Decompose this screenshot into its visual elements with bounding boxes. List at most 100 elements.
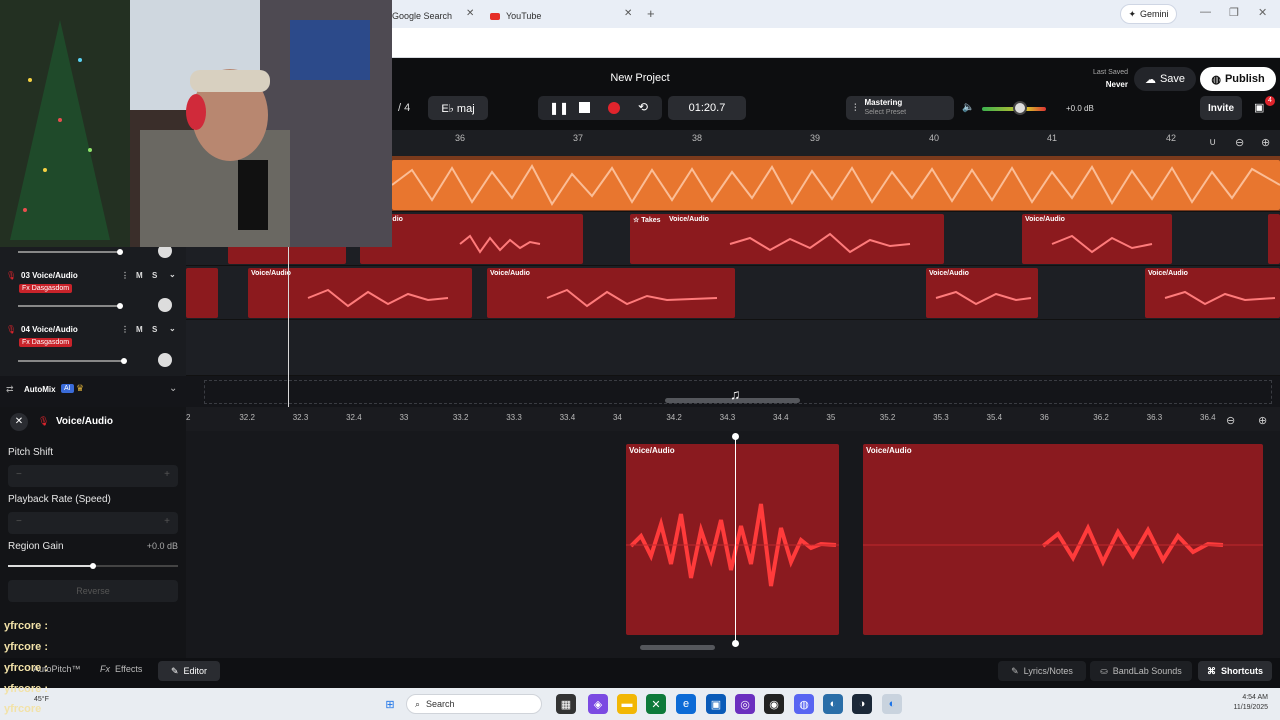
pitch-shift-stepper[interactable]: − +: [8, 465, 178, 487]
plus-icon[interactable]: +: [164, 469, 170, 480]
minus-icon[interactable]: −: [16, 516, 22, 527]
tab-google-search[interactable]: Google Search: [392, 4, 452, 28]
volume-handle[interactable]: [117, 303, 123, 309]
volume-slider[interactable]: [18, 360, 124, 362]
editor-clip[interactable]: Voice/Audio: [626, 444, 839, 635]
minus-icon[interactable]: −: [16, 469, 22, 480]
playhead-handle[interactable]: [732, 640, 739, 647]
clock-time[interactable]: 4:54 AM: [1210, 694, 1268, 701]
track-name[interactable]: 04 Voice/Audio: [21, 325, 78, 334]
xbox-icon[interactable]: ✕: [646, 694, 666, 714]
timeline-ruler[interactable]: [392, 130, 1280, 156]
lyrics-notes-button[interactable]: ✎ Lyrics/Notes: [998, 661, 1086, 681]
playhead-handle[interactable]: [732, 433, 739, 440]
edge-icon[interactable]: e: [676, 694, 696, 714]
copilot-icon[interactable]: ◈: [588, 694, 608, 714]
obs-icon[interactable]: ◉: [764, 694, 784, 714]
tab-youtube[interactable]: YouTube: [490, 4, 541, 28]
audio-clip[interactable]: Voice/Audio: [1145, 268, 1280, 318]
editor-tab[interactable]: ✎ Editor: [158, 661, 220, 681]
fx-badge[interactable]: Fx Dasgasdom: [19, 338, 73, 347]
zoom-out-icon[interactable]: ⊖: [1235, 136, 1244, 149]
close-icon[interactable]: ✕: [624, 8, 632, 19]
mute-icon[interactable]: 🔈: [962, 102, 974, 113]
audio-clip[interactable]: [1268, 214, 1280, 264]
close-icon[interactable]: ✕: [466, 8, 474, 19]
zoom-in-icon[interactable]: ⊕: [1261, 136, 1270, 149]
fx-badge[interactable]: Fx Dasgasdom: [19, 284, 73, 293]
taskbar-search[interactable]: ⌕ Search: [406, 694, 542, 714]
save-button[interactable]: ☁ Save: [1134, 67, 1196, 91]
chevron-down-icon[interactable]: ⌄: [169, 324, 176, 333]
store-icon[interactable]: ▣: [706, 694, 726, 714]
audio-clip[interactable]: Voice/Audio: [926, 268, 1038, 318]
audio-clip[interactable]: [186, 268, 218, 318]
shortcuts-button[interactable]: ⌘ Shortcuts: [1198, 661, 1272, 681]
audio-clip[interactable]: ☆ Takes Voice/Audio: [630, 214, 944, 264]
invite-button[interactable]: Invite: [1200, 96, 1242, 120]
windows-start-icon[interactable]: ⊞: [380, 694, 400, 714]
pause-icon[interactable]: ❚❚: [549, 101, 569, 115]
mute-button[interactable]: M: [136, 271, 143, 280]
playhead[interactable]: [288, 247, 289, 407]
automix-label[interactable]: AutoMix: [24, 385, 56, 394]
time-signature[interactable]: / 4: [398, 102, 410, 114]
volume-slider[interactable]: [18, 251, 120, 253]
chevron-down-icon[interactable]: ⌄: [169, 270, 176, 279]
audio-clip[interactable]: Voice/Audio: [360, 214, 583, 264]
zoom-out-icon[interactable]: ⊖: [1226, 414, 1235, 427]
magnet-icon[interactable]: ∪: [1209, 137, 1216, 148]
chrome-icon[interactable]: ◐: [823, 694, 843, 714]
solo-button[interactable]: S: [152, 271, 157, 280]
plus-icon[interactable]: +: [164, 516, 170, 527]
editor-playhead[interactable]: [735, 436, 736, 643]
effects-tab[interactable]: Fx Effects: [100, 664, 142, 674]
new-tab-icon[interactable]: +: [647, 6, 655, 21]
record-icon[interactable]: [608, 102, 620, 114]
reverse-button[interactable]: Reverse: [8, 580, 178, 602]
mastering-button[interactable]: ⫶ Mastering Select Preset: [846, 96, 954, 120]
maximize-icon[interactable]: ❐: [1229, 6, 1239, 19]
audio-clip[interactable]: [392, 160, 1280, 210]
playback-rate-stepper[interactable]: − +: [8, 512, 178, 534]
task-view-icon[interactable]: ▦: [556, 694, 576, 714]
chrome-active-icon[interactable]: ◐: [882, 694, 902, 714]
gemini-button[interactable]: ✦ Gemini: [1120, 4, 1177, 24]
gift-icon[interactable]: ▣: [1254, 101, 1264, 114]
bandlab-sounds-button[interactable]: ⛀ BandLab Sounds: [1090, 661, 1192, 681]
zoom-in-icon[interactable]: ⊕: [1258, 414, 1267, 427]
track-lane-4[interactable]: [0, 320, 1280, 376]
track-menu-icon[interactable]: ⋮: [121, 325, 129, 334]
audio-clip[interactable]: Voice/Audio: [248, 268, 472, 318]
region-gain-handle[interactable]: [90, 563, 96, 569]
volume-handle[interactable]: [121, 358, 127, 364]
solo-button[interactable]: S: [152, 325, 157, 334]
mute-button[interactable]: M: [136, 325, 143, 334]
track-name[interactable]: 03 Voice/Audio: [21, 271, 78, 280]
audio-clip[interactable]: Voice/Audio: [487, 268, 735, 318]
track-menu-icon[interactable]: ⋮: [121, 271, 129, 280]
steam-icon[interactable]: ◑: [852, 694, 872, 714]
file-explorer-icon[interactable]: ▬: [617, 694, 637, 714]
volume-slider[interactable]: [18, 305, 120, 307]
app-icon[interactable]: ◎: [735, 694, 755, 714]
track-lane-3[interactable]: Voice/Audio Voice/Audio Voice/Audio Voic…: [0, 266, 1280, 320]
editor-scrollbar[interactable]: [640, 645, 715, 650]
editor-clip[interactable]: Voice/Audio: [863, 444, 1263, 635]
clock-date[interactable]: 11/19/2025: [1210, 704, 1268, 711]
stop-icon[interactable]: [579, 102, 590, 113]
pan-knob[interactable]: [158, 353, 172, 367]
discord-icon[interactable]: ◍: [794, 694, 814, 714]
project-title[interactable]: New Project: [560, 72, 720, 84]
weather-widget[interactable]: 45°F: [34, 696, 49, 703]
audio-clip[interactable]: Voice/Audio: [1022, 214, 1172, 264]
chevron-down-icon[interactable]: ⌄: [169, 383, 177, 394]
minimize-icon[interactable]: —: [1200, 6, 1211, 18]
pan-knob[interactable]: [158, 298, 172, 312]
loop-icon[interactable]: ⟲: [638, 100, 648, 114]
volume-handle[interactable]: [117, 249, 123, 255]
close-icon[interactable]: ✕: [10, 413, 28, 431]
key-button[interactable]: E♭ maj: [428, 96, 488, 120]
close-window-icon[interactable]: ✕: [1258, 6, 1267, 19]
publish-button[interactable]: ◍ Publish: [1200, 67, 1276, 91]
